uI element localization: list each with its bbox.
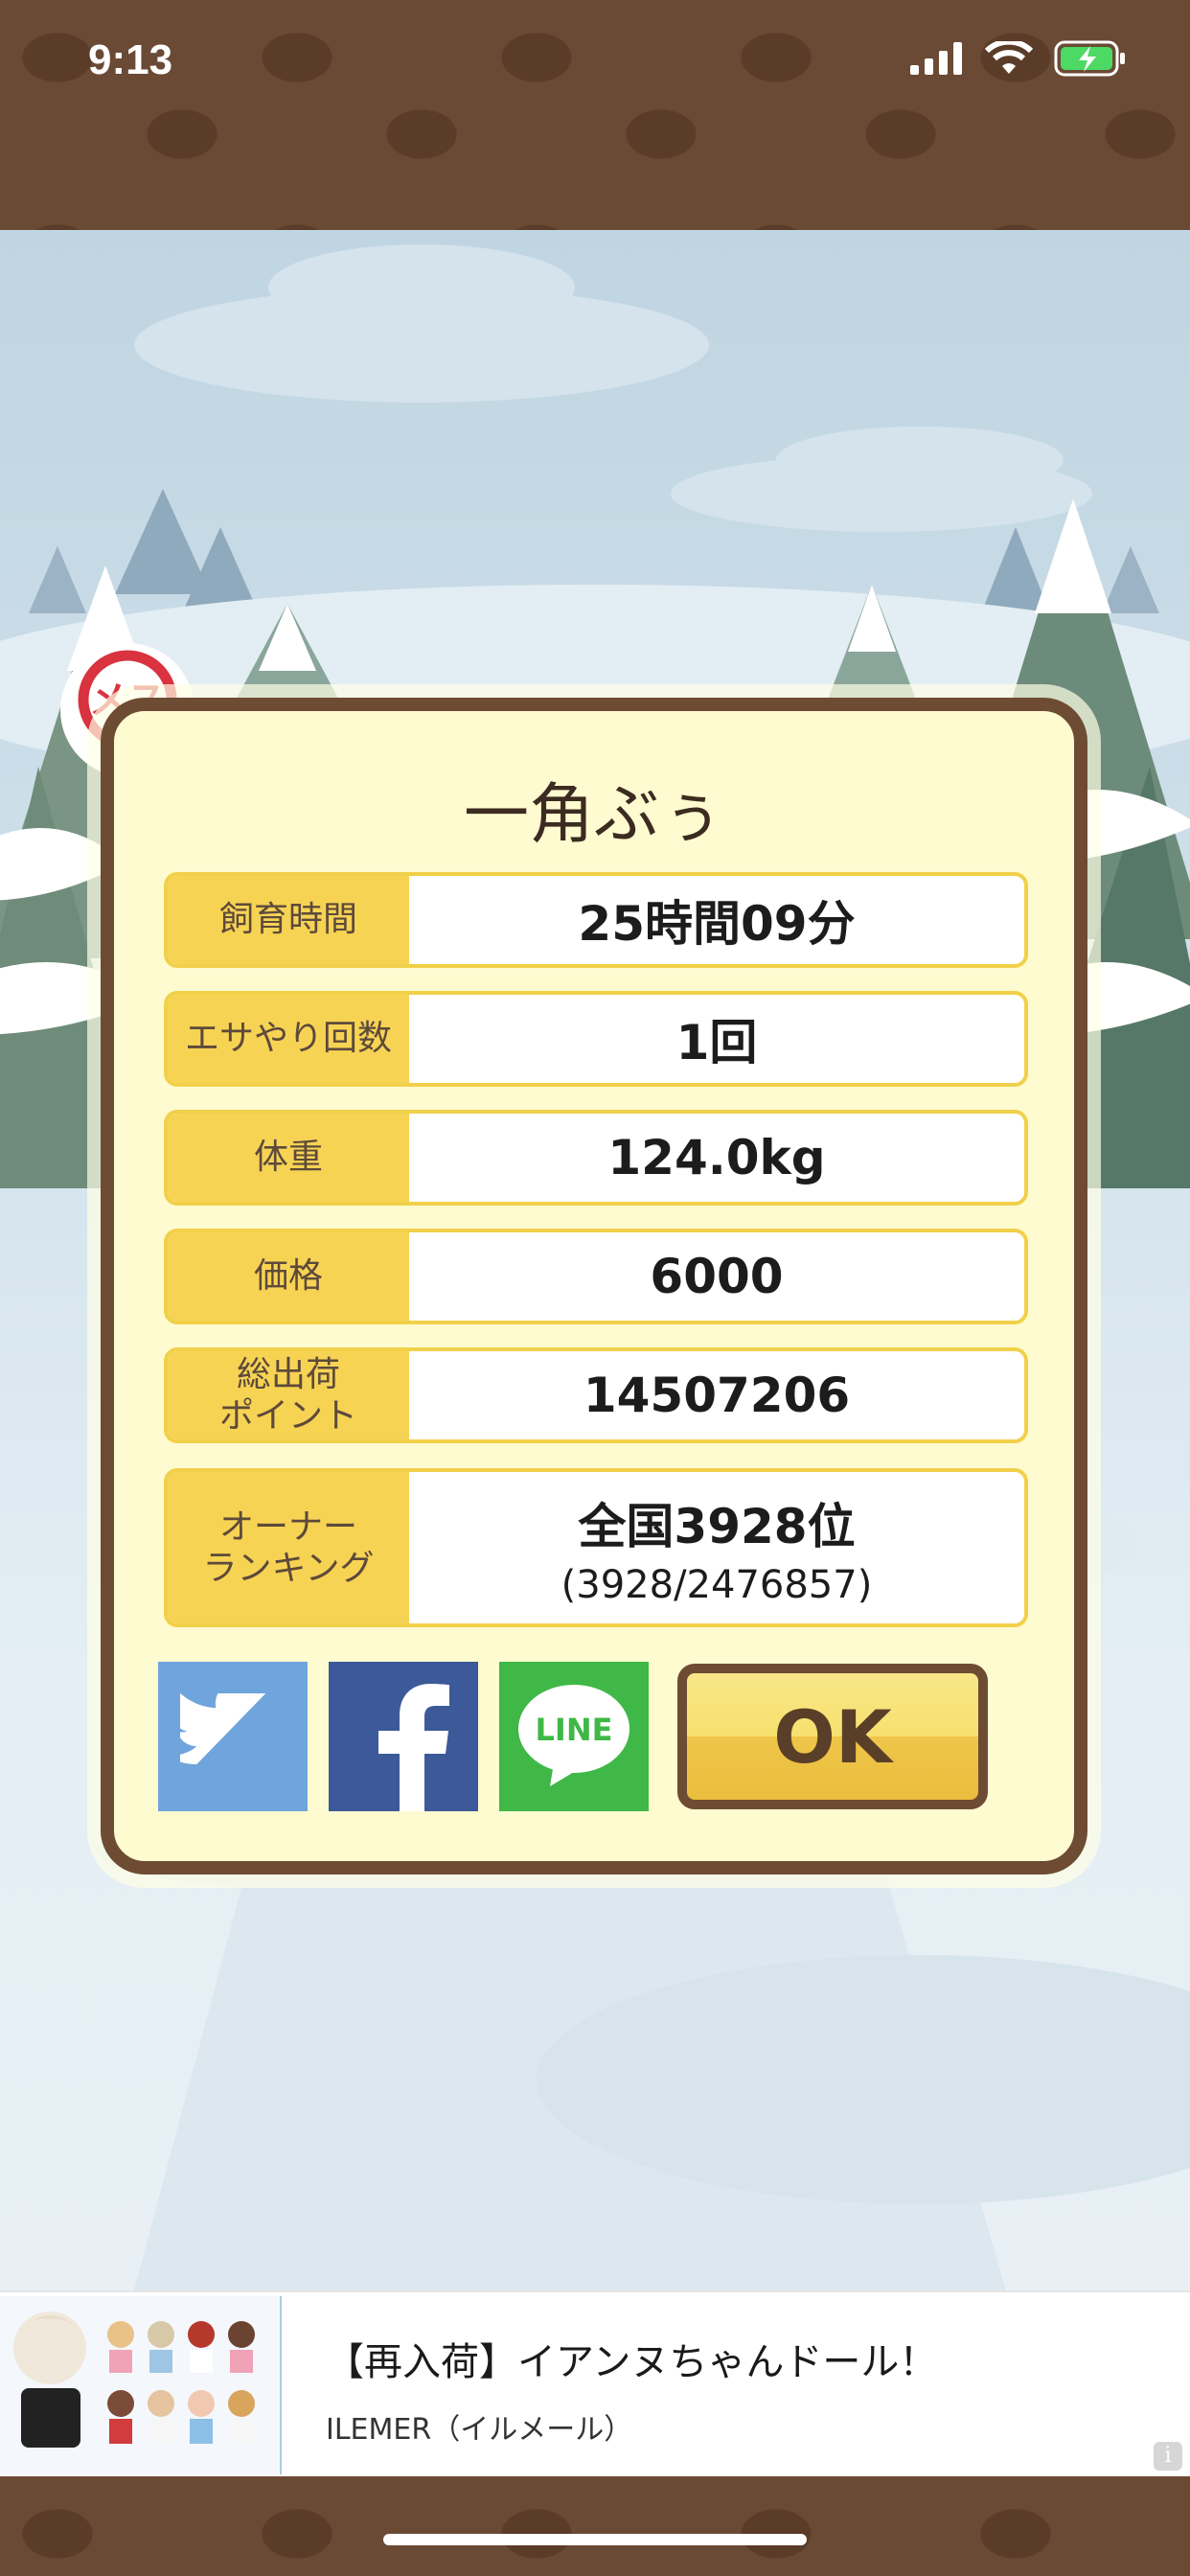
- line-logo-icon: LINE: [518, 1685, 629, 1786]
- line-logo-text: LINE: [536, 1712, 613, 1748]
- ad-advertiser: ILEMER（イルメール）: [326, 2413, 633, 2447]
- ad-info-icon[interactable]: i: [1154, 2442, 1182, 2471]
- wifi-icon: [985, 41, 1033, 74]
- stat-row-feed-count: エサやり回数 1回: [164, 991, 1028, 1087]
- stat-label: 飼育時間: [168, 876, 409, 964]
- stat-row-weight: 体重 124.0kg: [164, 1110, 1028, 1206]
- stat-label: オーナー ランキング: [168, 1472, 409, 1623]
- pig-status-dialog: 一角ぶぅ 飼育時間 25時間09分 エサやり回数 1回 体重 124.0kg 価…: [101, 698, 1087, 1874]
- twitter-bird-icon: [180, 1693, 266, 1764]
- ad-banner[interactable]: 【再入荷】イアンヌちゃんドール！ ILEMER（イルメール） i: [0, 2290, 1190, 2478]
- stat-value: 6000: [650, 1249, 784, 1304]
- ranking-detail: (3928/2476857): [561, 1563, 873, 1607]
- stat-row-owner-ranking: オーナー ランキング 全国3928位 (3928/2476857): [164, 1468, 1028, 1627]
- bottom-pattern-bar: [0, 2476, 1190, 2576]
- line-share-button[interactable]: LINE: [499, 1662, 649, 1811]
- stat-value: 25時間09分: [578, 896, 856, 952]
- twitter-share-button[interactable]: [158, 1662, 308, 1811]
- ok-button[interactable]: OK: [677, 1664, 988, 1809]
- stat-label: 価格: [168, 1232, 409, 1321]
- stat-row-price: 価格 6000: [164, 1229, 1028, 1324]
- stat-label: 総出荷 ポイント: [168, 1351, 409, 1439]
- battery-charging-icon: [1054, 40, 1125, 77]
- facebook-f-icon: [378, 1684, 449, 1811]
- signal-icon: [910, 42, 962, 75]
- stat-value: 1回: [675, 1015, 758, 1070]
- home-indicator[interactable]: [383, 2534, 807, 2545]
- stat-value: 14507206: [583, 1368, 851, 1423]
- status-time: 9:13: [88, 36, 173, 83]
- stat-label: エサやり回数: [168, 995, 409, 1083]
- ad-thumbnail-image: [0, 2296, 282, 2474]
- top-pattern-bar: 9:13: [0, 0, 1190, 230]
- ranking-value: 全国3928位: [578, 1499, 856, 1554]
- stat-value-ranking: 全国3928位 (3928/2476857): [409, 1472, 1024, 1623]
- stat-row-breeding-time: 飼育時間 25時間09分: [164, 872, 1028, 968]
- stat-value: 124.0kg: [607, 1130, 826, 1185]
- stat-label: 体重: [168, 1114, 409, 1202]
- status-icons: [910, 40, 1127, 77]
- ad-title[interactable]: 【再入荷】イアンヌちゃんドール！: [326, 2331, 937, 2386]
- stat-row-shipping-points: 総出荷 ポイント 14507206: [164, 1347, 1028, 1443]
- pig-name: 一角ぶぅ: [463, 777, 724, 853]
- facebook-share-button[interactable]: [329, 1662, 478, 1811]
